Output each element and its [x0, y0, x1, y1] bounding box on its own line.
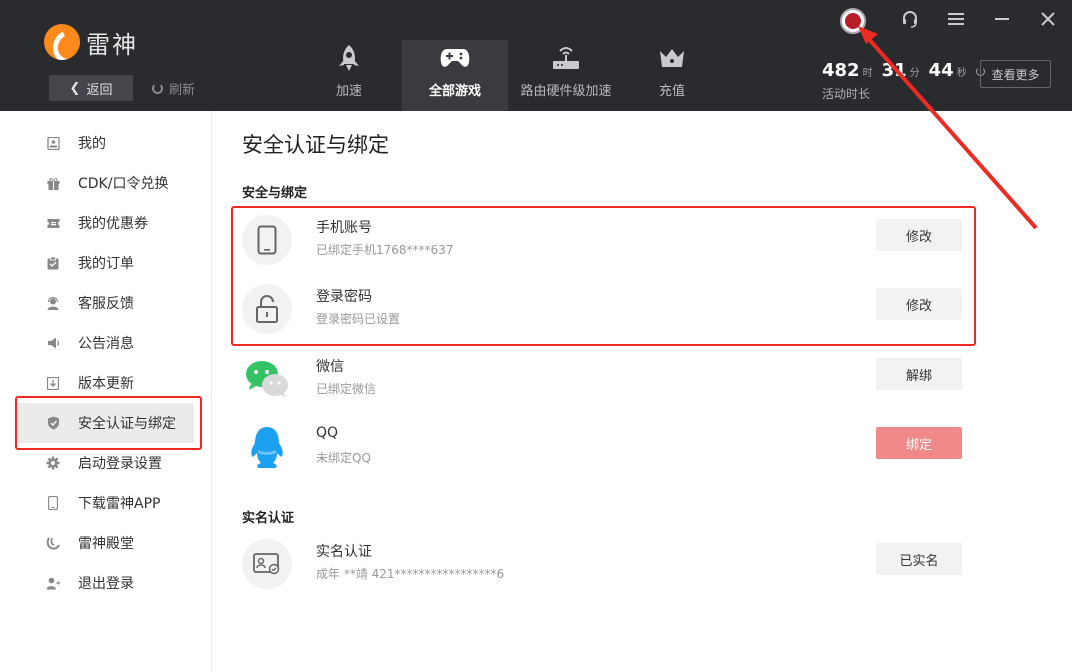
sidebar-item-coupons[interactable]: 我的优惠券: [16, 203, 194, 243]
nav-label: 全部游戏: [428, 84, 481, 99]
qq-status: 未绑定QQ: [316, 451, 371, 465]
chevron-left-icon: ❮: [69, 80, 81, 96]
gear-icon: [46, 456, 60, 470]
section-title-security: 安全与绑定: [242, 186, 308, 201]
update-icon: [46, 376, 60, 390]
nav-accelerate[interactable]: 加速: [296, 40, 402, 111]
sidebar-item-label: 启动登录设置: [78, 456, 162, 472]
seconds-unit: 秒: [956, 68, 967, 79]
nav-all-games[interactable]: 全部游戏: [402, 40, 508, 111]
rocket-icon: [334, 44, 364, 72]
sidebar-item-logout[interactable]: 退出登录: [16, 563, 194, 603]
router-icon: [551, 44, 581, 72]
support-icon: [46, 296, 60, 310]
qq-row: QQ 未绑定QQ 绑定: [242, 417, 962, 485]
sidebar-item-cdk[interactable]: CDK/口令兑换: [16, 163, 194, 203]
profile-icon: [46, 136, 60, 150]
highlight-box-security: [231, 206, 976, 346]
sidebar-item-support[interactable]: 客服反馈: [16, 283, 194, 323]
sidebar-item-label: 雷神殿堂: [78, 536, 134, 552]
activity-duration: 482 时 31 分 44 秒 活动时长: [822, 60, 985, 102]
sidebar-item-label: 下载雷神APP: [78, 496, 161, 512]
sidebar-item-label: 版本更新: [78, 376, 134, 392]
brand: 雷神: [44, 24, 138, 60]
close-icon[interactable]: [1036, 8, 1060, 30]
headset-icon[interactable]: [898, 8, 922, 30]
sidebar-item-download-app[interactable]: 下载雷神APP: [16, 483, 194, 523]
hours-value: 482: [822, 60, 860, 81]
highlight-box-sidebar: [15, 396, 202, 450]
menu-icon[interactable]: [944, 8, 968, 30]
coupon-icon: [46, 216, 60, 230]
back-label: 返回: [86, 82, 113, 98]
sidebar-item-mine[interactable]: 我的: [16, 123, 194, 163]
wechat-title: 微信: [316, 359, 344, 375]
user-avatar[interactable]: [840, 8, 866, 34]
sidebar: 我的 CDK/口令兑换 我的优惠券 我的订单 客服反馈 公告消息 版本更新 安全…: [0, 111, 212, 672]
wechat-status: 已绑定微信: [316, 382, 377, 396]
hours-unit: 时: [862, 68, 873, 79]
wechat-icon: [242, 354, 292, 404]
section-title-realname: 实名认证: [242, 511, 295, 526]
realname-status: 成年 **靖 421*****************6: [316, 567, 505, 581]
main-content: 安全认证与绑定 安全与绑定 手机账号 已绑定手机1768****637 修改 登…: [212, 111, 1072, 672]
minimize-icon[interactable]: [990, 8, 1014, 30]
minutes-unit: 分: [909, 68, 920, 79]
crown-icon: [657, 44, 687, 72]
sidebar-item-announcements[interactable]: 公告消息: [16, 323, 194, 363]
view-more-button[interactable]: 查看更多: [980, 60, 1051, 88]
leishen-logo-icon: [46, 536, 60, 550]
unbind-wechat-button[interactable]: 解绑: [876, 358, 962, 390]
sidebar-item-label: 我的: [78, 136, 106, 152]
refresh-button[interactable]: 刷新: [152, 79, 195, 98]
id-card-icon: [242, 539, 292, 589]
page-title: 安全认证与绑定: [242, 133, 389, 157]
sidebar-item-label: CDK/口令兑换: [78, 176, 169, 192]
minutes-value: 31: [881, 60, 907, 81]
order-icon: [46, 256, 60, 270]
bind-qq-button[interactable]: 绑定: [876, 427, 962, 459]
phone-icon: [46, 496, 60, 510]
nav-label: 路由硬件级加速: [520, 84, 612, 99]
gamepad-icon: [440, 44, 470, 72]
qq-icon: [242, 423, 292, 473]
realname-row: 实名认证 成年 **靖 421*****************6 已实名: [242, 533, 962, 601]
verified-button[interactable]: 已实名: [876, 543, 962, 575]
main-nav: 加速 全部游戏 路由硬件级加速 充值: [296, 40, 720, 111]
title-bar: 雷神 ❮ 返回 刷新 加速 全部游戏 路由硬件级加速 充值 482 时 31 分…: [0, 0, 1072, 111]
logout-icon: [46, 576, 60, 590]
sidebar-item-label: 公告消息: [78, 336, 134, 352]
sidebar-item-label: 退出登录: [78, 576, 134, 592]
refresh-label: 刷新: [169, 83, 196, 98]
speaker-icon: [46, 336, 60, 350]
sidebar-item-label: 我的优惠券: [78, 216, 148, 232]
sidebar-item-label: 我的订单: [78, 256, 134, 272]
seconds-value: 44: [928, 60, 954, 81]
back-button[interactable]: ❮ 返回: [49, 75, 133, 101]
refresh-icon: [152, 83, 163, 94]
realname-title: 实名认证: [316, 544, 372, 560]
nav-label: 加速: [335, 84, 362, 99]
activity-label: 活动时长: [822, 87, 871, 101]
leishen-logo-icon: [44, 24, 80, 60]
activity-time: 482 时 31 分 44 秒: [822, 60, 985, 81]
nav-recharge[interactable]: 充值: [624, 40, 720, 111]
sidebar-item-leishen-hall[interactable]: 雷神殿堂: [16, 523, 194, 563]
wechat-row: 微信 已绑定微信 解绑: [242, 348, 962, 416]
gift-icon: [46, 176, 60, 190]
sidebar-item-label: 客服反馈: [78, 296, 134, 312]
qq-title: QQ: [316, 425, 339, 441]
brand-name: 雷神: [86, 30, 138, 59]
sidebar-item-orders[interactable]: 我的订单: [16, 243, 194, 283]
nav-label: 充值: [658, 84, 685, 99]
nav-router-accelerate[interactable]: 路由硬件级加速: [508, 40, 624, 111]
